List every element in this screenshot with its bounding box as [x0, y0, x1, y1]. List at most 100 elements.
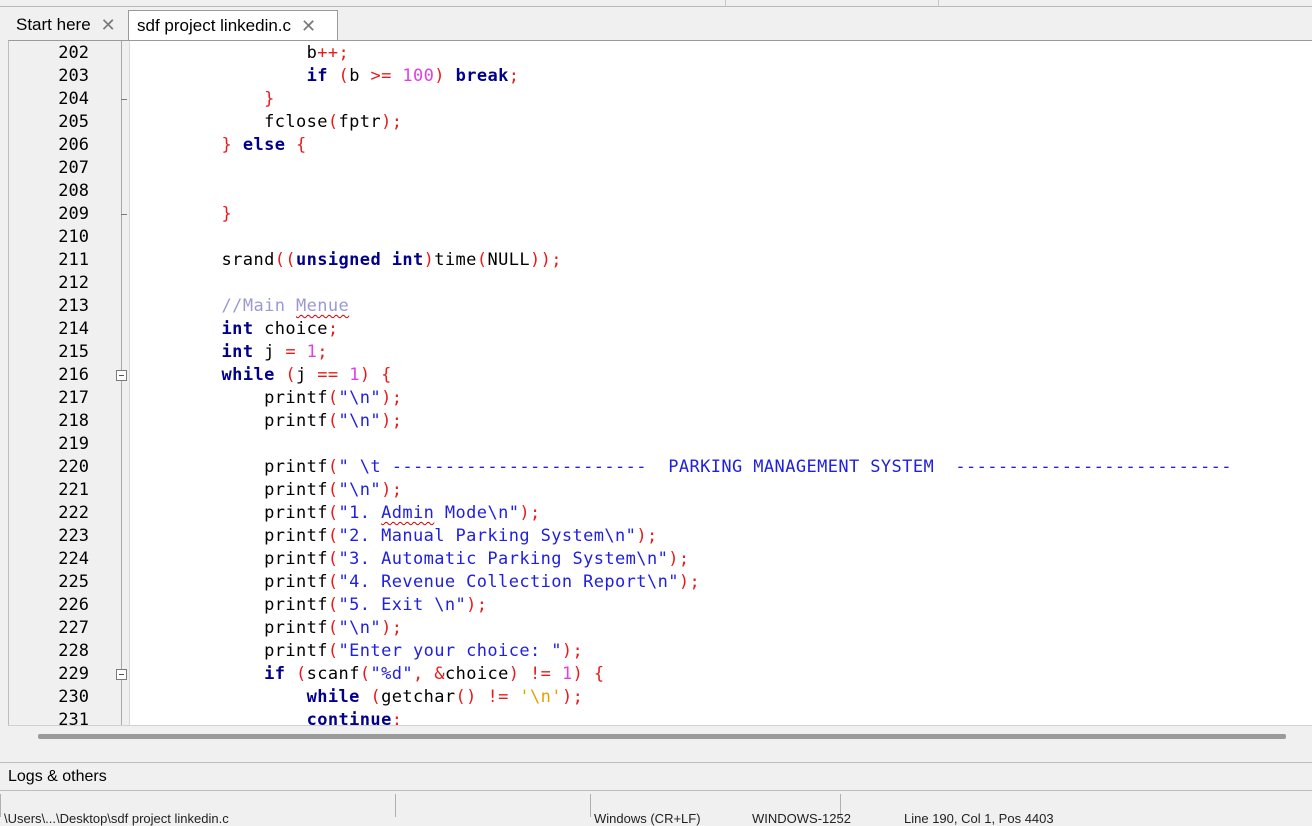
code-line[interactable]: 225 printf("4. Revenue Collection Report…	[9, 571, 1312, 594]
code-token: 100	[402, 66, 435, 86]
code-text: if (b >= 100) break;	[179, 65, 519, 88]
code-line[interactable]: 210	[9, 226, 1312, 249]
code-line[interactable]: 209 }	[9, 203, 1312, 226]
code-token: Mode\n"	[434, 503, 520, 523]
code-line[interactable]: 211 srand((unsigned int)time(NULL));	[9, 249, 1312, 272]
logs-panel-header[interactable]: Logs & others	[0, 762, 1312, 791]
line-number: 204	[58, 89, 89, 109]
code-token: ;	[391, 710, 403, 726]
code-token: )	[423, 250, 435, 270]
code-line[interactable]: 230 while (getchar() != '\n');	[9, 686, 1312, 709]
code-line[interactable]: 229 if (scanf("%d", &choice) != 1) {	[9, 663, 1312, 686]
code-line[interactable]: 203 if (b >= 100) break;	[9, 65, 1312, 88]
line-number: 208	[58, 181, 89, 201]
code-line[interactable]: 219	[9, 433, 1312, 456]
code-line[interactable]: 208	[9, 180, 1312, 203]
code-token: //Main	[221, 296, 296, 316]
code-line[interactable]: 220 printf(" \t ------------------------…	[9, 456, 1312, 479]
code-token: printf	[179, 457, 328, 477]
code-text: srand((unsigned int)time(NULL));	[179, 249, 562, 272]
code-token: printf	[179, 572, 328, 592]
code-token: printf	[179, 641, 328, 661]
code-token: );	[636, 526, 658, 546]
code-line[interactable]: 212	[9, 272, 1312, 295]
code-line[interactable]: 218 printf("\n");	[9, 410, 1312, 433]
line-number: 216	[58, 365, 89, 385]
code-token: fclose	[179, 112, 328, 132]
code-token: printf	[179, 503, 328, 523]
code-token: ;	[508, 66, 520, 86]
close-icon[interactable]: ✕	[301, 16, 316, 37]
code-token: time	[434, 250, 477, 270]
horizontal-scrollbar[interactable]	[8, 725, 1312, 748]
code-text: printf("\n");	[179, 410, 402, 433]
code-token: (	[327, 572, 339, 592]
code-token: NULL	[487, 250, 530, 270]
code-token: (	[476, 250, 488, 270]
code-line[interactable]: 216 while (j == 1) {	[9, 364, 1312, 387]
code-token: ));	[530, 250, 562, 270]
code-token: (	[296, 664, 307, 684]
code-line[interactable]: 221 printf("\n");	[9, 479, 1312, 502]
code-line[interactable]: 204 }	[9, 88, 1312, 111]
fold-collapse-icon[interactable]	[116, 669, 127, 680]
code-line[interactable]: 224 printf("3. Automatic Parking System\…	[9, 548, 1312, 571]
code-editor[interactable]: 202 b++; 203 if (b >= 100) break; 204 } 205…	[8, 40, 1312, 726]
tab-start-here[interactable]: Start here ✕	[8, 10, 128, 40]
code-text: printf("5. Exit \n");	[179, 594, 487, 617]
code-token: printf	[179, 388, 328, 408]
fold-collapse-icon[interactable]	[116, 370, 127, 381]
code-line[interactable]: 206 } else {	[9, 134, 1312, 157]
code-line[interactable]: 207	[9, 157, 1312, 180]
code-token: );	[668, 549, 690, 569]
toolbar-segment	[726, 0, 939, 6]
code-text: b++;	[179, 42, 349, 65]
code-token: "\n"	[338, 618, 382, 638]
code-line[interactable]: 217 printf("\n");	[9, 387, 1312, 410]
line-number: 227	[58, 618, 89, 638]
code-line[interactable]: 214 int choice;	[9, 318, 1312, 341]
code-token: ;	[317, 342, 328, 362]
line-number: 226	[58, 595, 89, 615]
fold-end-mark	[121, 214, 127, 215]
code-line[interactable]: 231 continue;	[9, 709, 1312, 726]
code-token: srand	[179, 250, 275, 270]
code-text: //Main Menue	[179, 295, 349, 318]
code-token: "Enter your choice: "	[338, 641, 562, 661]
code-line[interactable]: 215 int j = 1;	[9, 341, 1312, 364]
code-token: );	[381, 112, 403, 132]
toolbar-segment	[0, 0, 726, 6]
code-line[interactable]: 222 printf("1. Admin Mode\n");	[9, 502, 1312, 525]
scrollbar-thumb[interactable]	[38, 734, 1286, 739]
tab-sdf-project-linkedin[interactable]: sdf project linkedin.c ✕	[128, 10, 338, 41]
code-line[interactable]: 213 //Main Menue	[9, 295, 1312, 318]
code-token: (	[327, 457, 339, 477]
code-line[interactable]: 205 fclose(fptr);	[9, 111, 1312, 134]
code-token: );	[678, 572, 701, 592]
code-line[interactable]: 202 b++;	[9, 42, 1312, 65]
code-token: )	[359, 365, 371, 385]
code-token: scanf	[306, 664, 360, 684]
code-line[interactable]: 227 printf("\n");	[9, 617, 1312, 640]
close-icon[interactable]: ✕	[101, 15, 116, 36]
code-text: while (getchar() != '\n');	[179, 686, 583, 709]
line-number: 231	[58, 710, 89, 726]
code-text: printf("3. Automatic Parking System\n");	[179, 548, 690, 571]
code-token: "5. Exit \n"	[338, 595, 467, 615]
code-line[interactable]: 228 printf("Enter your choice: ");	[9, 640, 1312, 663]
code-line[interactable]: 226 printf("5. Exit \n");	[9, 594, 1312, 617]
code-token: j	[296, 365, 318, 385]
line-number: 215	[58, 342, 89, 362]
code-token: "%d"	[370, 664, 414, 684]
line-number: 209	[58, 204, 89, 224]
code-line[interactable]: 223 printf("2. Manual Parking System\n")…	[9, 525, 1312, 548]
code-text: printf("Enter your choice: ");	[179, 640, 583, 663]
